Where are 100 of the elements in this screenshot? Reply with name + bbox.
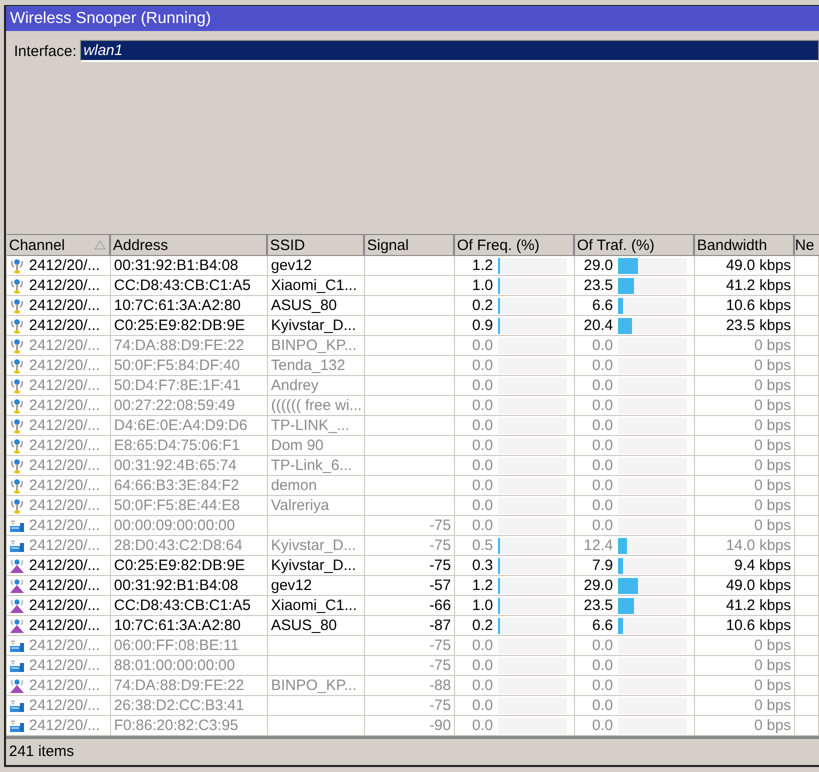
signal-cell: -75 bbox=[429, 537, 451, 554]
frequency-cell-text: 0.0 bbox=[471, 517, 493, 534]
column-header[interactable]: Signal bbox=[365, 235, 455, 256]
address-cell: 28:D0:43:C2:D8:64 bbox=[114, 537, 242, 554]
address-cell: 64:66:B3:3E:84:F2 bbox=[114, 477, 240, 494]
table-row[interactable]: 2412/20/... 00:31:92:B1:B4:08 gev12 -57 1.2 29.0 49.0 kbps bbox=[7, 576, 819, 596]
ssid-cell: Andrey bbox=[271, 377, 319, 394]
signal-cell: -75 bbox=[429, 637, 451, 654]
frequency-cell-text: 0.3 bbox=[471, 557, 493, 574]
bandwidth-cell: 0 bps bbox=[754, 717, 791, 734]
ssid-cell: TP-Link_6... bbox=[271, 457, 352, 474]
bandwidth-cell: 0 bps bbox=[754, 437, 791, 454]
bandwidth-cell: 0 bps bbox=[754, 397, 791, 414]
traffic-cell-text: 0.0 bbox=[591, 677, 613, 694]
bandwidth-cell: 0 bps bbox=[754, 497, 791, 514]
channel-cell: 2412/20/... bbox=[29, 397, 100, 414]
signal-cell: -57 bbox=[429, 577, 451, 594]
ssid-cell: demon bbox=[271, 477, 317, 494]
ssid-cell: gev12 bbox=[271, 577, 312, 594]
frequency-cell-text: 0.0 bbox=[471, 397, 493, 414]
traffic-cell-text: 23.5 bbox=[582, 277, 613, 294]
frequency-cell-text: 0.0 bbox=[471, 357, 493, 374]
frequency-cell-text: 1.0 bbox=[471, 277, 493, 294]
channel-cell: 2412/20/... bbox=[29, 717, 100, 734]
column-header[interactable]: Address bbox=[111, 235, 268, 256]
frequency-cell-text: 0.0 bbox=[471, 437, 493, 454]
bandwidth-cell: 0 bps bbox=[754, 637, 791, 654]
traffic-cell-text: 12.4 bbox=[582, 537, 613, 554]
address-cell: 26:38:D2:CC:B3:41 bbox=[114, 697, 244, 714]
ssid-cell: Kyivstar_D... bbox=[271, 537, 356, 554]
channel-cell: 2412/20/... bbox=[29, 657, 100, 674]
traffic-cell-text: 0.0 bbox=[591, 717, 613, 734]
frequency-cell-text: 0.0 bbox=[471, 657, 493, 674]
interface-field[interactable]: wlan1 bbox=[80, 40, 819, 62]
address-cell: 00:31:92:B1:B4:08 bbox=[114, 577, 238, 594]
channel-cell: 2412/20/... bbox=[29, 537, 100, 554]
channel-cell: 2412/20/... bbox=[29, 617, 100, 634]
ssid-cell: ASUS_80 bbox=[271, 297, 337, 314]
channel-cell: 2412/20/... bbox=[29, 297, 100, 314]
frequency-cell-text: 0.0 bbox=[471, 417, 493, 434]
table-row[interactable]: 2412/20/... C0:25:E9:82:DB:9E Kyivstar_D... -75 0.3 7.9 9.4 kbps bbox=[7, 556, 819, 576]
traffic-cell-text: 23.5 bbox=[582, 597, 613, 614]
channel-cell: 2412/20/... bbox=[29, 357, 100, 374]
signal-cell: -75 bbox=[429, 657, 451, 674]
channel-cell: 2412/20/... bbox=[29, 277, 100, 294]
frequency-cell-text: 0.0 bbox=[471, 457, 493, 474]
table-row[interactable]: 2412/20/... C0:25:E9:82:DB:9E Kyivstar_D... 0.9 20.4 23.5 kbps bbox=[7, 316, 819, 336]
bandwidth-cell: 41.2 kbps bbox=[726, 597, 791, 614]
frequency-cell-text: 1.0 bbox=[471, 597, 493, 614]
frequency-cell-text: 0.0 bbox=[471, 337, 493, 354]
frequency-cell-text: 0.0 bbox=[471, 377, 493, 394]
ssid-cell: BINPO_KP... bbox=[271, 677, 357, 694]
ssid-cell: Kyivstar_D... bbox=[271, 317, 356, 334]
bandwidth-cell: 0 bps bbox=[754, 417, 791, 434]
address-cell: C0:25:E9:82:DB:9E bbox=[114, 557, 245, 574]
traffic-cell-text: 0.0 bbox=[591, 477, 613, 494]
frequency-cell-text: 1.2 bbox=[471, 577, 493, 594]
table-row[interactable]: 2412/20/... 10:7C:61:3A:A2:80 ASUS_80 -87 0.2 6.6 10.6 kbps bbox=[7, 616, 819, 636]
ssid-cell: Valreriya bbox=[271, 497, 330, 514]
column-header[interactable]: Of Freq. (%) bbox=[455, 235, 575, 256]
signal-cell: -66 bbox=[429, 597, 451, 614]
ssid-cell: Xiaomi_C1... bbox=[271, 277, 357, 294]
column-header[interactable]: Channel bbox=[7, 235, 111, 256]
traffic-cell-text: 0.0 bbox=[591, 357, 613, 374]
address-cell: 10:7C:61:3A:A2:80 bbox=[114, 297, 241, 314]
ssid-cell: Dom 90 bbox=[271, 437, 324, 454]
address-cell: 06:00:FF:08:BE:11 bbox=[114, 637, 239, 654]
ssid-cell: BINPO_KP... bbox=[271, 337, 357, 354]
traffic-cell-text: 20.4 bbox=[582, 317, 613, 334]
address-cell: 74:DA:88:D9:FE:22 bbox=[114, 337, 244, 354]
address-cell: F0:86:20:82:C3:95 bbox=[114, 717, 238, 734]
column-header[interactable]: Of Traf. (%) bbox=[575, 235, 695, 256]
traffic-cell-text: 0.0 bbox=[591, 697, 613, 714]
traffic-cell-text: 0.0 bbox=[591, 377, 613, 394]
table-row[interactable]: 2412/20/... CC:D8:43:CB:C1:A5 Xiaomi_C1... 1.0 23.5 41.2 kbps bbox=[7, 276, 819, 296]
signal-cell: -88 bbox=[429, 677, 451, 694]
column-header[interactable]: Ne bbox=[795, 235, 819, 256]
column-header[interactable]: SSID bbox=[268, 235, 365, 256]
bandwidth-cell: 23.5 kbps bbox=[726, 317, 791, 334]
channel-cell: 2412/20/... bbox=[29, 637, 100, 654]
channel-cell: 2412/20/... bbox=[29, 257, 100, 274]
bandwidth-cell: 0 bps bbox=[754, 457, 791, 474]
address-cell: 10:7C:61:3A:A2:80 bbox=[114, 617, 241, 634]
traffic-cell-text: 0.0 bbox=[591, 637, 613, 654]
sort-icon bbox=[94, 240, 106, 250]
column-header[interactable]: Bandwidth bbox=[695, 235, 795, 256]
traffic-cell-text: 6.6 bbox=[591, 297, 613, 314]
channel-cell: 2412/20/... bbox=[29, 517, 100, 534]
frequency-cell-text: 0.0 bbox=[471, 697, 493, 714]
traffic-cell-text: 6.6 bbox=[591, 617, 613, 634]
table-row[interactable]: 2412/20/... CC:D8:43:CB:C1:A5 Xiaomi_C1... -66 1.0 23.5 41.2 kbps bbox=[7, 596, 819, 616]
table-row[interactable]: 2412/20/... 10:7C:61:3A:A2:80 ASUS_80 0.2 6.6 10.6 kbps bbox=[7, 296, 819, 316]
traffic-cell-text: 29.0 bbox=[582, 577, 613, 594]
bandwidth-cell: 0 bps bbox=[754, 697, 791, 714]
signal-cell: -75 bbox=[429, 557, 451, 574]
traffic-cell-text: 29.0 bbox=[582, 257, 613, 274]
frequency-cell-text: 0.0 bbox=[471, 717, 493, 734]
item-count: 241 items bbox=[9, 742, 74, 760]
channel-cell: 2412/20/... bbox=[29, 457, 100, 474]
table-row[interactable]: 2412/20/... 00:31:92:B1:B4:08 gev12 1.2 29.0 49.0 kbps bbox=[7, 256, 819, 276]
